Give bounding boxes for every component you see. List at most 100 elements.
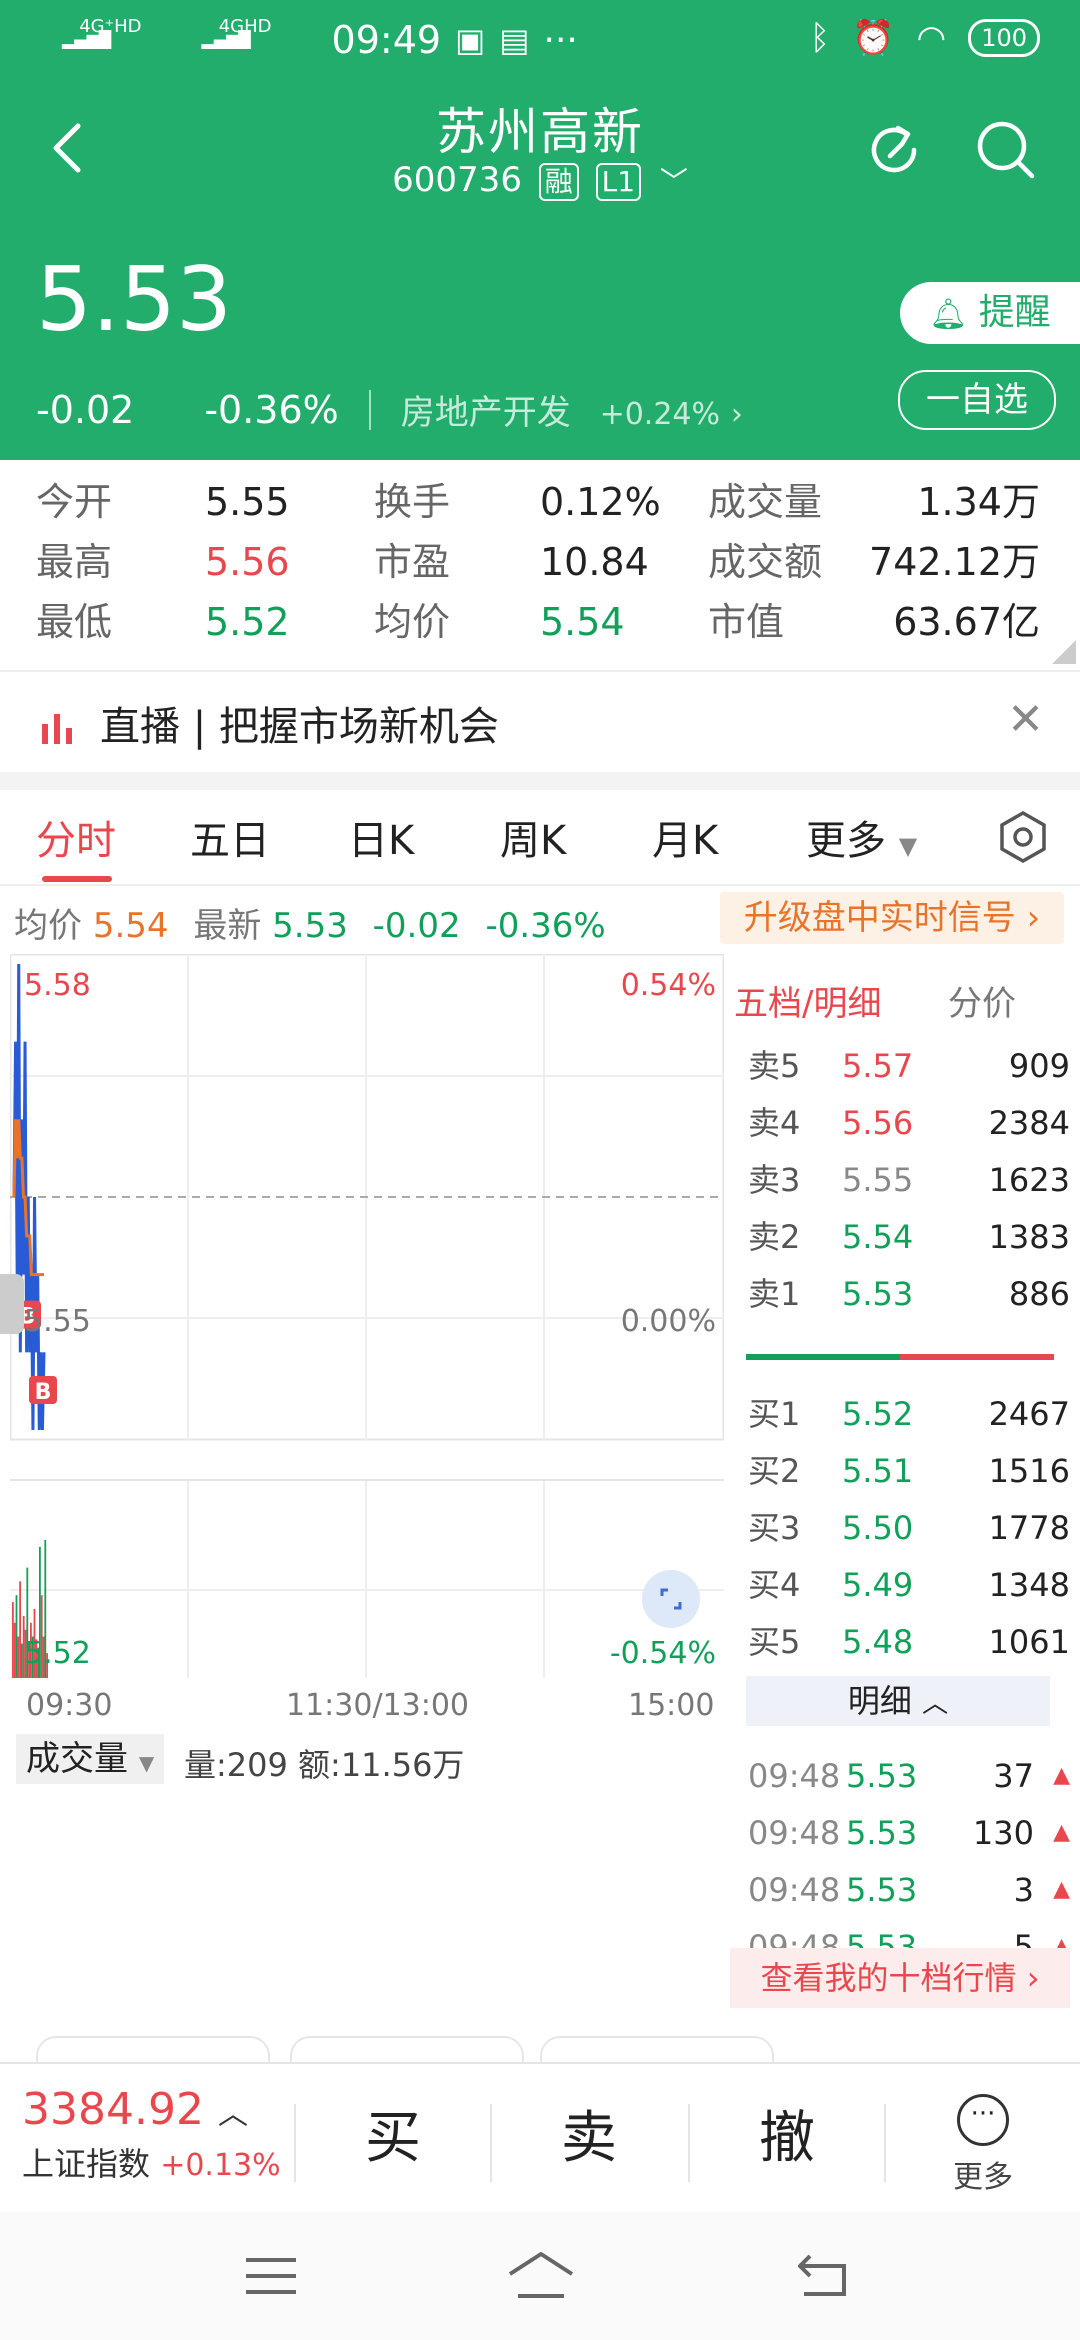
bell-icon: 🔔︎ (929, 297, 968, 332)
stat-value: 63.67亿 (893, 600, 1040, 644)
book-tab-level5[interactable]: 五档/明细 (734, 976, 881, 1025)
tab-monthly-k[interactable]: 月K (652, 808, 718, 866)
trade-price: 5.53 (846, 1757, 918, 1795)
price-line-group: BB (12, 963, 57, 1431)
stat-label: 换手 (374, 480, 451, 524)
order-book-row[interactable]: 卖1 5.53 886 (730, 1266, 1070, 1322)
tab-5day[interactable]: 五日 (190, 808, 270, 866)
trade-row: 09:48 5.53 130 ▲ (730, 1805, 1070, 1861)
level-volume: 2384 (988, 1104, 1070, 1142)
level-label: 买3 (748, 1509, 801, 1547)
book-tab-price[interactable]: 分价 (948, 976, 1016, 1025)
tab-weekly-k[interactable]: 周K (500, 808, 566, 866)
stat-label: 成交量 (708, 480, 823, 524)
trade-volume: 3 (1013, 1871, 1034, 1909)
cancel-order-button[interactable]: 撤 (690, 2064, 884, 2214)
level-label: 买2 (748, 1452, 801, 1490)
volume-selector[interactable]: 成交量 ▼ (16, 1734, 165, 1784)
refresh-icon[interactable] (862, 118, 926, 186)
stat-label: 均价 (374, 600, 451, 644)
menu-icon[interactable] (246, 2256, 296, 2300)
level-price: 5.54 (842, 1218, 914, 1256)
chart-tabs: 分时 五日 日K 周K 月K 更多 ▼ (0, 790, 1080, 886)
latest-change-pct: -0.36% (485, 906, 606, 946)
upgrade-signal-button[interactable]: 升级盘中实时信号 › (720, 892, 1064, 944)
sell-button[interactable]: 卖 (492, 2064, 686, 2214)
home-icon[interactable] (506, 2250, 576, 2304)
buy-marker-label: B (35, 1380, 52, 1405)
tab-daily-k[interactable]: 日K (348, 808, 414, 866)
sector-name: 房地产开发 (400, 393, 571, 433)
price-change-pct: -0.36% (204, 387, 339, 432)
level-volume: 1348 (988, 1566, 1070, 1604)
intraday-chart[interactable]: BB 5.58 0.54% 5.55 0.00% 5.52 -0.54% (0, 953, 725, 1678)
order-book-row[interactable]: 买1 5.52 2467 (730, 1386, 1070, 1442)
alert-button[interactable]: 🔔︎ 提醒 (900, 282, 1080, 344)
bid-bar (746, 1354, 900, 1360)
index-widget[interactable]: 3384.92 ︿ 上证指数 +0.13% (22, 2084, 281, 2185)
price-top-label: 5.58 (24, 968, 91, 1003)
level-label: 买1 (748, 1395, 801, 1433)
more-button[interactable]: ··· 更多 (886, 2064, 1080, 2214)
level-label: 卖1 (748, 1275, 801, 1313)
buy-button[interactable]: 买 (296, 2064, 490, 2214)
tab-intraday[interactable]: 分时 (36, 808, 116, 866)
trade-volume: 130 (972, 1814, 1034, 1852)
settings-icon[interactable] (998, 810, 1048, 874)
chevron-down-icon: ﹀ (659, 165, 688, 198)
order-book-row[interactable]: 卖3 5.55 1623 (730, 1152, 1070, 1208)
volume-bar (15, 1595, 18, 1678)
ten-level-link[interactable]: 查看我的十档行情 › (730, 1948, 1070, 2008)
level-price: 5.52 (842, 1395, 914, 1433)
order-book-row[interactable]: 买3 5.50 1778 (730, 1500, 1070, 1556)
order-book-row[interactable]: 买4 5.49 1348 (730, 1557, 1070, 1613)
stat-label: 最低 (36, 600, 113, 644)
chevron-right-icon: › (1026, 898, 1041, 938)
battery-icon: 100 (968, 19, 1040, 57)
stat-value: 5.56 (205, 540, 290, 584)
price-bottom-label: 5.52 (24, 1636, 91, 1671)
stat-label: 最高 (36, 540, 113, 584)
order-book-row[interactable]: 买5 5.48 1061 (730, 1614, 1070, 1670)
order-book-row[interactable]: 卖2 5.54 1383 (730, 1209, 1070, 1265)
watchlist-button[interactable]: 一自选 (898, 370, 1056, 430)
tab-more[interactable]: 更多 ▼ (806, 808, 917, 866)
time-end-label: 15:00 (628, 1688, 715, 1723)
stat-value: 0.12% (540, 480, 661, 524)
quote-header: ▂▄▆█ 4G⁺HD ▂▄▆█ 4GHD 09:49 ▣ ▤ ··· ᛒ ⏰ ◠… (0, 0, 1080, 460)
alert-label: 提醒 (978, 292, 1051, 333)
up-arrow-icon: ▲ (1053, 1763, 1070, 1788)
side-handle[interactable] (0, 1274, 24, 1334)
volume-bar (12, 1602, 14, 1678)
pct-top-label: 0.54% (620, 968, 716, 1003)
live-banner[interactable]: 直播 | 把握市场新机会 ✕ (0, 672, 1080, 772)
clipboard-icon: ▣ (455, 21, 486, 59)
level-label: 卖3 (748, 1161, 801, 1199)
status-bar: ▂▄▆█ 4G⁺HD ▂▄▆█ 4GHD 09:49 ▣ ▤ ··· ᛒ ⏰ ◠… (0, 0, 1080, 80)
price-change: -0.02 (36, 387, 135, 432)
caret-down-icon: ▼ (898, 832, 918, 860)
level-price: 5.48 (842, 1623, 914, 1661)
stat-label: 市盈 (374, 540, 451, 584)
order-book-row[interactable]: 买2 5.51 1516 (730, 1443, 1070, 1499)
current-price: 5.53 (36, 248, 232, 351)
fullscreen-icon[interactable] (642, 1570, 700, 1628)
index-pct: +0.13% (160, 2148, 281, 2183)
detail-toggle[interactable]: 明细 ︿ (746, 1676, 1050, 1726)
stat-value: 5.54 (540, 600, 625, 644)
close-icon[interactable]: ✕ (1007, 694, 1044, 745)
order-book-row[interactable]: 卖5 5.57 909 (730, 1038, 1070, 1094)
status-time: 09:49 (331, 18, 442, 62)
sector-link[interactable]: 房地产开发 +0.24% › (401, 385, 743, 434)
stat-value: 5.55 (205, 480, 290, 524)
level-tag: L1 (595, 163, 642, 201)
expand-corner-icon[interactable] (1052, 640, 1076, 664)
avg-value: 5.54 (92, 906, 169, 946)
live-banner-text: 直播 | 把握市场新机会 (100, 704, 499, 750)
search-icon[interactable] (972, 116, 1040, 188)
level-volume: 1516 (988, 1452, 1070, 1490)
level-label: 卖5 (748, 1047, 801, 1085)
level-volume: 909 (1008, 1047, 1070, 1085)
order-book-row[interactable]: 卖4 5.56 2384 (730, 1095, 1070, 1151)
back-nav-icon[interactable] (796, 2252, 852, 2302)
